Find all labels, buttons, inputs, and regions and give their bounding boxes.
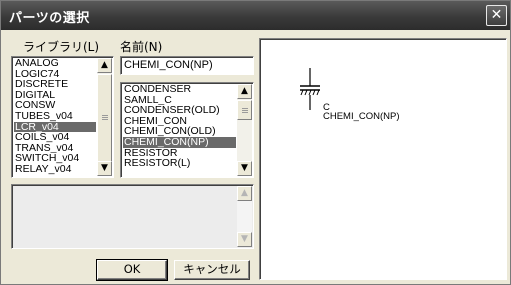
- close-icon: ✕: [490, 7, 503, 23]
- list-item[interactable]: CHEMI_CON: [123, 116, 236, 127]
- list-item[interactable]: COILS_v04: [14, 132, 96, 143]
- list-item[interactable]: CONSW: [14, 100, 96, 111]
- ok-button[interactable]: OK: [96, 259, 168, 281]
- list-item[interactable]: ANALOG: [14, 58, 96, 69]
- name-list[interactable]: CONDENSER SAMLL_C CONDENSER(OLD) CHEMI_CON C…: [123, 84, 236, 169]
- chevron-down-icon: ▼: [101, 163, 108, 173]
- list-item[interactable]: CONDENSER: [123, 84, 236, 95]
- grip-line: [102, 115, 108, 116]
- chevron-up-icon: ▲: [101, 60, 108, 70]
- list-item[interactable]: TRANS_v04: [14, 143, 96, 154]
- library-list[interactable]: ANALOG LOGIC74 DISCRETE DIGITAL CONSW TUBES_v…: [14, 58, 96, 175]
- name-scrollbar[interactable]: ▲ ▼: [237, 84, 252, 176]
- name-scroll-down-button[interactable]: ▼: [237, 161, 252, 176]
- cancel-button[interactable]: キャンセル: [174, 260, 250, 280]
- description-scroll-down-button[interactable]: ▼: [237, 232, 252, 247]
- grip-line: [242, 108, 248, 109]
- chevron-up-icon: ▲: [241, 86, 248, 96]
- list-item[interactable]: SWITCH_v04: [14, 153, 96, 164]
- description-scroll-up-button[interactable]: ▲: [237, 186, 252, 201]
- name-scroll-thumb[interactable]: [237, 100, 252, 120]
- library-scroll-thumb[interactable]: [97, 74, 112, 162]
- grip-line: [242, 110, 248, 111]
- list-item[interactable]: CHEMI_CON(OLD): [123, 126, 236, 137]
- preview-part-label: CHEMI_CON(NP): [323, 111, 400, 122]
- library-scrollbar[interactable]: ▲ ▼: [97, 58, 112, 176]
- grip-line: [102, 119, 108, 120]
- list-item[interactable]: DIGITAL: [14, 90, 96, 101]
- chevron-down-icon: ▼: [241, 234, 248, 244]
- name-label: 名前(N): [120, 40, 163, 54]
- chevron-up-icon: ▲: [241, 188, 248, 198]
- list-item[interactable]: RELAY_v04: [14, 164, 96, 175]
- name-input[interactable]: CHEMI_CON(NP): [120, 56, 254, 75]
- list-item[interactable]: CONDENSER(OLD): [123, 105, 236, 116]
- name-scroll-up-button[interactable]: ▲: [237, 84, 252, 99]
- list-item[interactable]: DISCRETE: [14, 79, 96, 90]
- library-scroll-down-button[interactable]: ▼: [97, 161, 112, 176]
- chevron-down-icon: ▼: [241, 163, 248, 173]
- list-item[interactable]: CHEMI_CON(NP): [123, 136, 236, 148]
- library-label: ライブラリ(L): [23, 40, 100, 54]
- list-item[interactable]: LCR_v04: [14, 121, 96, 133]
- name-listbox[interactable]: CONDENSER SAMLL_C CONDENSER(OLD) CHEMI_CON C…: [120, 82, 254, 178]
- list-item[interactable]: LOGIC74: [14, 69, 96, 80]
- description-scrollbar[interactable]: ▲ ▼: [237, 186, 252, 247]
- list-item[interactable]: RESISTOR: [123, 148, 236, 159]
- window-title: パーツの選択: [9, 11, 90, 26]
- part-preview: C CHEMI_CON(NP): [259, 38, 507, 280]
- list-item[interactable]: RESISTOR(L): [123, 158, 236, 169]
- library-listbox[interactable]: ANALOG LOGIC74 DISCRETE DIGITAL CONSW TUBES_v…: [11, 56, 114, 178]
- list-item[interactable]: TUBES_v04: [14, 111, 96, 122]
- list-item[interactable]: SAMLL_C: [123, 95, 236, 106]
- description-box: ▲ ▼: [11, 184, 254, 249]
- title-bar[interactable]: パーツの選択 ✕: [1, 1, 510, 30]
- library-scroll-up-button[interactable]: ▲: [97, 58, 112, 73]
- grip-line: [102, 117, 108, 118]
- close-button[interactable]: ✕: [486, 5, 507, 26]
- parts-select-dialog: パーツの選択 ✕ ライブラリ(L) ANALOG LOGIC74 DISCRETE D…: [0, 0, 511, 285]
- grip-line: [242, 112, 248, 113]
